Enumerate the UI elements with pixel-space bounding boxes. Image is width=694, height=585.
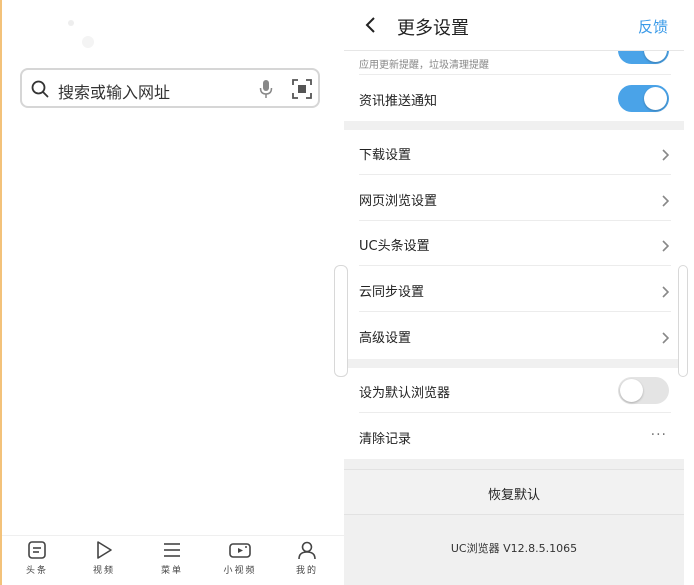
toggle-knob [644, 87, 667, 110]
bottom-nav: 头条 视频 菜单 小视频 我的 [2, 535, 344, 585]
scan-icon[interactable] [292, 79, 312, 103]
chevron-right-icon [661, 146, 670, 165]
row-label: 资讯推送通知 [359, 94, 438, 109]
decor-dot [68, 20, 74, 26]
right-edge [678, 0, 694, 585]
chevron-right-icon [661, 283, 670, 302]
restore-default-button[interactable]: 恢复默认 [344, 469, 684, 515]
row-label: 设为默认浏览器 [359, 386, 451, 401]
browser-group: 设为默认浏览器 清除记录 ··· [344, 368, 684, 459]
restore-label: 恢复默认 [487, 488, 540, 503]
back-icon[interactable] [364, 15, 376, 39]
row-label: 云同步设置 [359, 285, 425, 300]
settings-row-advanced[interactable]: 高级设置 [359, 313, 671, 358]
row-label: 网页浏览设置 [359, 194, 438, 209]
settings-row-cloud-sync[interactable]: 云同步设置 [359, 267, 671, 312]
search-bar[interactable]: 搜索或输入网址 [20, 68, 320, 108]
toggle-knob [620, 379, 643, 402]
play-icon [97, 541, 112, 559]
row-label: 下载设置 [359, 148, 412, 163]
settings-row-browsing[interactable]: 网页浏览设置 [359, 176, 671, 221]
version-text: UC浏览器 V12.8.5.1065 [450, 542, 578, 555]
chevron-right-icon [661, 329, 670, 348]
settings-row-default-browser[interactable]: 设为默认浏览器 [359, 368, 671, 413]
settings-row-download[interactable]: 下载设置 [359, 130, 671, 175]
edge-handle[interactable] [678, 265, 688, 377]
settings-row-clear-history[interactable]: 清除记录 ··· [359, 414, 671, 459]
default-browser-toggle[interactable] [618, 377, 669, 404]
page-title: 更多设置 [397, 18, 469, 39]
nav-item-menu[interactable]: 菜单 [142, 540, 202, 576]
settings-row-push[interactable]: 资讯推送通知 [359, 76, 671, 121]
browser-home-panel: 搜索或输入网址 头条 视频 菜单 小视频 我的 [0, 0, 344, 585]
more-icon[interactable]: ··· [651, 427, 667, 443]
row-subtitle: 应用更新提醒，垃圾清理提醒 [359, 60, 489, 71]
headline-icon [28, 541, 46, 559]
chevron-right-icon [661, 192, 670, 211]
nav-item-headline[interactable]: 头条 [7, 540, 67, 576]
search-icon [31, 80, 49, 102]
edge-handle[interactable] [334, 265, 348, 377]
nav-item-short-video[interactable]: 小视频 [210, 540, 270, 576]
decor-dot [82, 36, 94, 48]
chevron-right-icon [661, 237, 670, 256]
header: 更多设置 反馈 [344, 0, 684, 51]
row-label: 清除记录 [359, 432, 412, 447]
settings-group: 下载设置 网页浏览设置 UC头条设置 云同步设置 高级设置 [344, 130, 684, 359]
feedback-button[interactable]: 反馈 [638, 16, 668, 37]
nav-label: 我的 [295, 566, 318, 576]
microphone-icon[interactable] [259, 79, 273, 103]
push-toggle[interactable] [618, 85, 669, 112]
nav-item-profile[interactable]: 我的 [277, 540, 337, 576]
menu-icon [164, 543, 180, 557]
settings-panel: 更多设置 反馈 应用更新提醒，垃圾清理提醒 资讯推送通知 下载设置 网页浏览设置… [344, 0, 684, 585]
camera-icon [229, 543, 251, 558]
profile-icon [298, 541, 316, 560]
nav-label: 视频 [92, 566, 115, 576]
nav-label: 小视频 [223, 566, 257, 576]
settings-row-uc-headline[interactable]: UC头条设置 [359, 221, 671, 266]
nav-item-video[interactable]: 视频 [74, 540, 134, 576]
row-label: 高级设置 [359, 331, 412, 346]
nav-label: 头条 [25, 566, 48, 576]
search-input[interactable]: 搜索或输入网址 [58, 79, 170, 103]
nav-label: 菜单 [160, 566, 183, 576]
screen: 搜索或输入网址 头条 视频 菜单 小视频 我的 更多设置 反馈 应用更新提醒，垃… [0, 0, 694, 585]
row-label: UC头条设置 [359, 239, 430, 254]
